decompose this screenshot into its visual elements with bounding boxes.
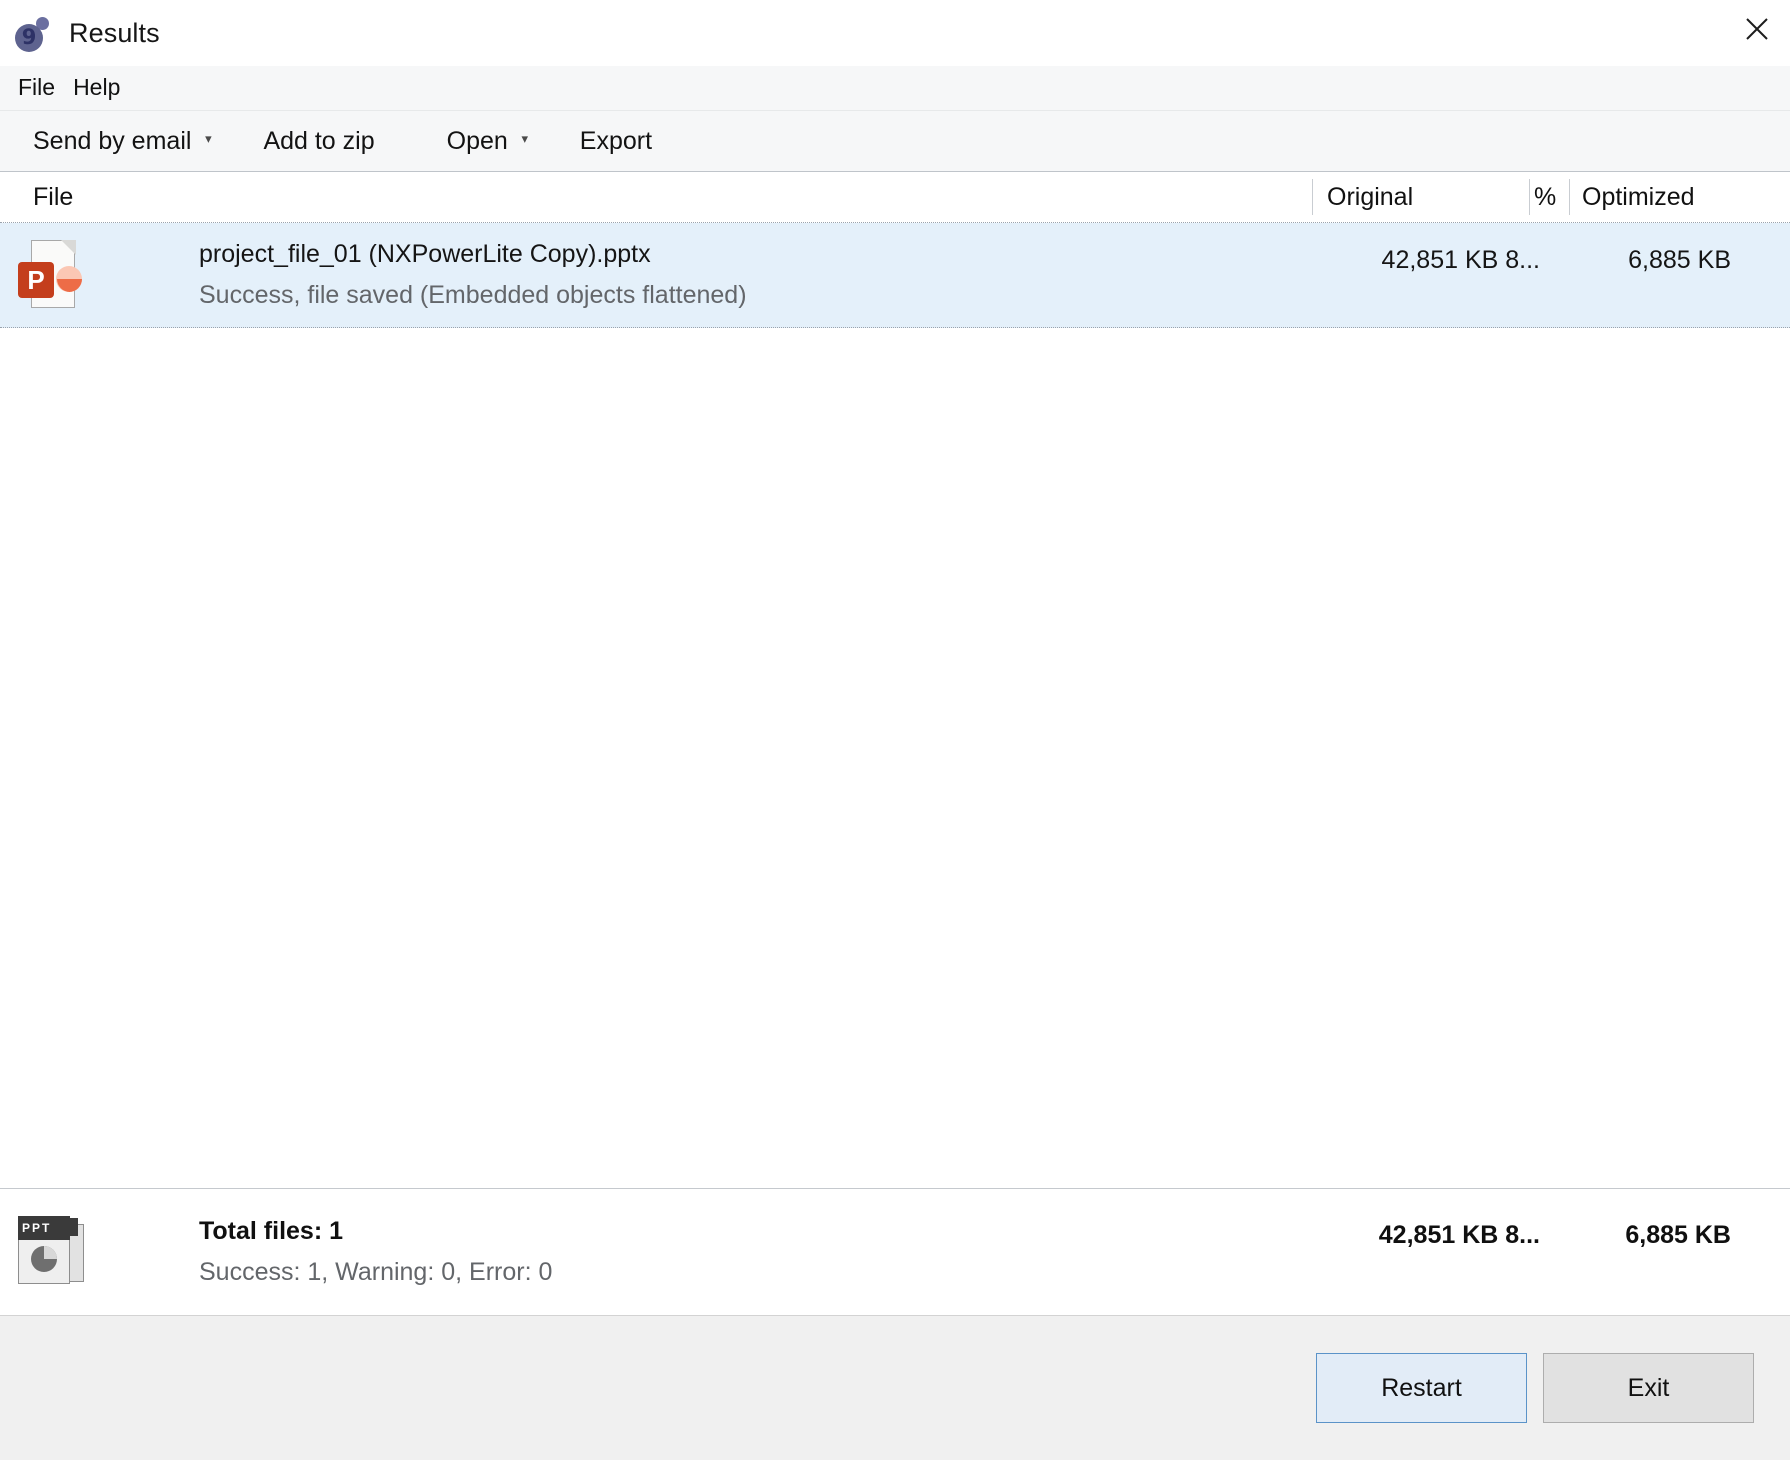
toolbar: Send by email ▾ Add to zip Open ▾ Export <box>0 111 1790 172</box>
row-status-text: Success, file saved (Embedded objects fl… <box>199 281 747 309</box>
exit-button[interactable]: Exit <box>1543 1353 1754 1423</box>
row-icon-cell: P <box>0 240 199 310</box>
summary-total-files: Total files: 1 <box>199 1217 344 1245</box>
menu-item-help[interactable]: Help <box>64 72 129 105</box>
column-header-original[interactable]: Original <box>1312 179 1529 215</box>
add-to-zip-button[interactable]: Add to zip <box>263 127 374 156</box>
column-header-percent[interactable]: % <box>1529 179 1569 215</box>
results-list: P project_file_01 (NXPowerLite Copy).ppt… <box>0 223 1790 1188</box>
title-bar: 9 Results <box>0 0 1790 66</box>
window-title: Results <box>69 17 160 48</box>
powerpoint-stack-icon: PPT <box>14 1214 92 1290</box>
close-icon <box>1746 18 1768 40</box>
row-optimized-size: 6,885 KB <box>1628 246 1731 274</box>
nxpowerlite-logo-icon: 9 <box>14 15 52 53</box>
restart-button[interactable]: Restart <box>1316 1353 1527 1423</box>
stack-pie-glyph <box>31 1246 57 1272</box>
row-filename: project_file_01 (NXPowerLite Copy).pptx <box>199 240 651 268</box>
send-by-email-button[interactable]: Send by email <box>33 127 191 156</box>
close-button[interactable] <box>1724 0 1790 58</box>
menu-bar: File Help <box>0 66 1790 111</box>
summary-detail-counts: Success: 1, Warning: 0, Error: 0 <box>199 1258 553 1286</box>
column-header-file[interactable]: File <box>0 183 1312 212</box>
stack-front-header: PPT <box>18 1216 70 1240</box>
open-dropdown-icon[interactable]: ▾ <box>508 132 542 151</box>
logo-glyph: 9 <box>21 25 37 49</box>
open-button[interactable]: Open <box>447 127 508 156</box>
footer-bar: Restart Exit <box>0 1315 1790 1460</box>
column-header-optimized[interactable]: Optimized <box>1569 179 1790 215</box>
powerpoint-file-icon: P <box>18 240 82 310</box>
summary-bar: PPT Total files: 1 Success: 1, Warning: … <box>0 1188 1790 1315</box>
summary-original-size: 42,851 KB 8... <box>1378 1221 1540 1249</box>
export-button[interactable]: Export <box>580 127 652 156</box>
results-window: 9 Results File Help Send by email ▾ Add … <box>0 0 1790 1460</box>
row-text-cell: project_file_01 (NXPowerLite Copy).pptx … <box>199 240 1332 310</box>
menu-item-file[interactable]: File <box>9 72 64 105</box>
file-fold-corner <box>61 240 76 255</box>
summary-text-cell: Total files: 1 Success: 1, Warning: 0, E… <box>199 1217 1332 1287</box>
summary-icon-cell: PPT <box>0 1214 199 1290</box>
summary-optimized-size: 6,885 KB <box>1625 1221 1731 1249</box>
table-row[interactable]: P project_file_01 (NXPowerLite Copy).ppt… <box>0 223 1790 328</box>
powerpoint-badge: P <box>18 262 54 298</box>
powerpoint-pie-glyph <box>56 266 82 292</box>
column-header-row: File Original % Optimized <box>0 172 1790 223</box>
row-original-size: 42,851 KB 8... <box>1381 246 1540 274</box>
send-by-email-dropdown-icon[interactable]: ▾ <box>191 132 225 151</box>
